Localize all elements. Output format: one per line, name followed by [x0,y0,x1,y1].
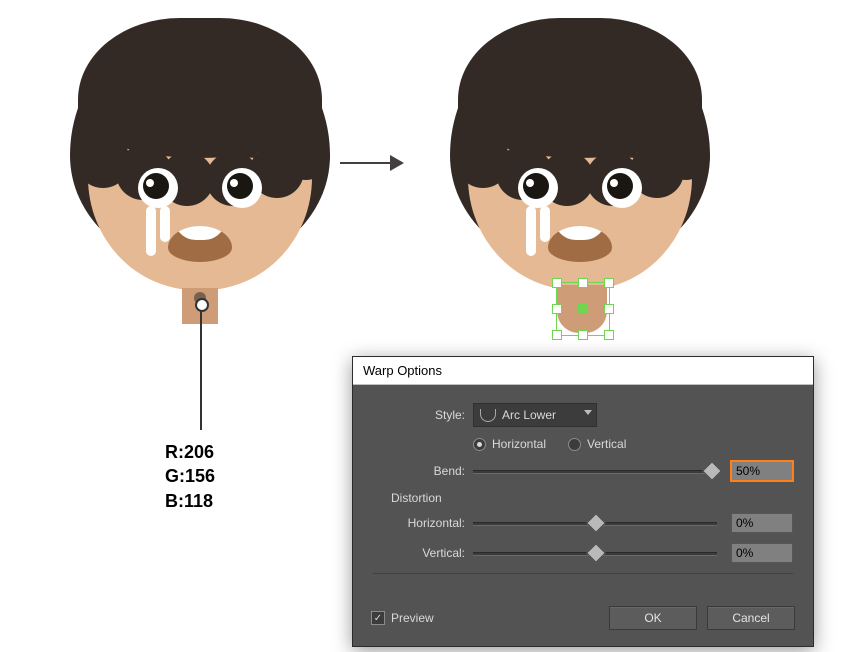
style-value: Arc Lower [502,408,556,422]
hair-front [458,18,702,158]
cancel-button[interactable]: Cancel [707,606,795,630]
rgb-readout: R:206 G:156 B:118 [165,440,215,513]
dist-h-slider[interactable] [473,516,717,530]
resize-handle[interactable] [604,278,614,288]
resize-handle[interactable] [604,330,614,340]
tear [526,206,536,256]
resize-handle[interactable] [604,304,614,314]
eye-left [518,168,558,208]
preview-checkbox[interactable]: ✓ Preview [371,611,434,625]
resize-handle[interactable] [552,330,562,340]
eye-right [222,168,262,208]
tear [540,206,550,242]
arrow-icon [340,155,404,171]
style-label: Style: [373,408,473,422]
tear [146,206,156,256]
rgb-r: R:206 [165,440,215,464]
annotation-line [200,310,202,430]
dialog-title[interactable]: Warp Options [353,357,813,385]
bend-label: Bend: [373,464,473,478]
dialog-body: Style: Arc Lower Horizontal Vertic [353,385,813,598]
slider-thumb[interactable] [586,543,606,563]
arc-lower-icon [480,409,496,422]
radio-label: Vertical [587,437,626,451]
chevron-down-icon [584,410,592,415]
slider-thumb[interactable] [702,461,722,481]
warp-options-dialog: Warp Options Style: Arc Lower Horizontal [352,356,814,647]
annotation-point [195,298,209,312]
bend-value-input[interactable]: 50% [731,461,793,481]
check-icon: ✓ [371,611,385,625]
canvas: R:206 G:156 B:118 [0,0,850,652]
radio-dot-icon [568,438,581,451]
radio-label: Horizontal [492,437,546,451]
head [60,10,340,310]
center-handle[interactable] [578,304,588,314]
bend-slider[interactable] [473,464,717,478]
mouth [548,226,612,262]
eye-left [138,168,178,208]
slider-thumb[interactable] [586,513,606,533]
preview-label: Preview [391,611,434,625]
resize-handle[interactable] [552,278,562,288]
resize-handle[interactable] [578,278,588,288]
orientation-vertical-radio[interactable]: Vertical [568,437,626,451]
dist-v-value-input[interactable]: 0% [731,543,793,563]
ok-button[interactable]: OK [609,606,697,630]
character-face-after [440,10,720,310]
style-select[interactable]: Arc Lower [473,403,597,427]
selection-bbox[interactable] [556,282,610,336]
dist-h-label: Horizontal: [373,516,473,530]
eye-right [602,168,642,208]
radio-dot-icon [473,438,486,451]
orientation-horizontal-radio[interactable]: Horizontal [473,437,546,451]
dist-v-slider[interactable] [473,546,717,560]
mouth [168,226,232,262]
dist-v-label: Vertical: [373,546,473,560]
head [440,10,720,310]
tear [160,206,170,242]
resize-handle[interactable] [578,330,588,340]
hair-front [78,18,322,158]
separator [373,573,793,574]
rgb-g: G:156 [165,464,215,488]
dist-h-value-input[interactable]: 0% [731,513,793,533]
rgb-b: B:118 [165,489,215,513]
distortion-group-label: Distortion [391,491,793,505]
character-face-before [60,10,340,310]
resize-handle[interactable] [552,304,562,314]
